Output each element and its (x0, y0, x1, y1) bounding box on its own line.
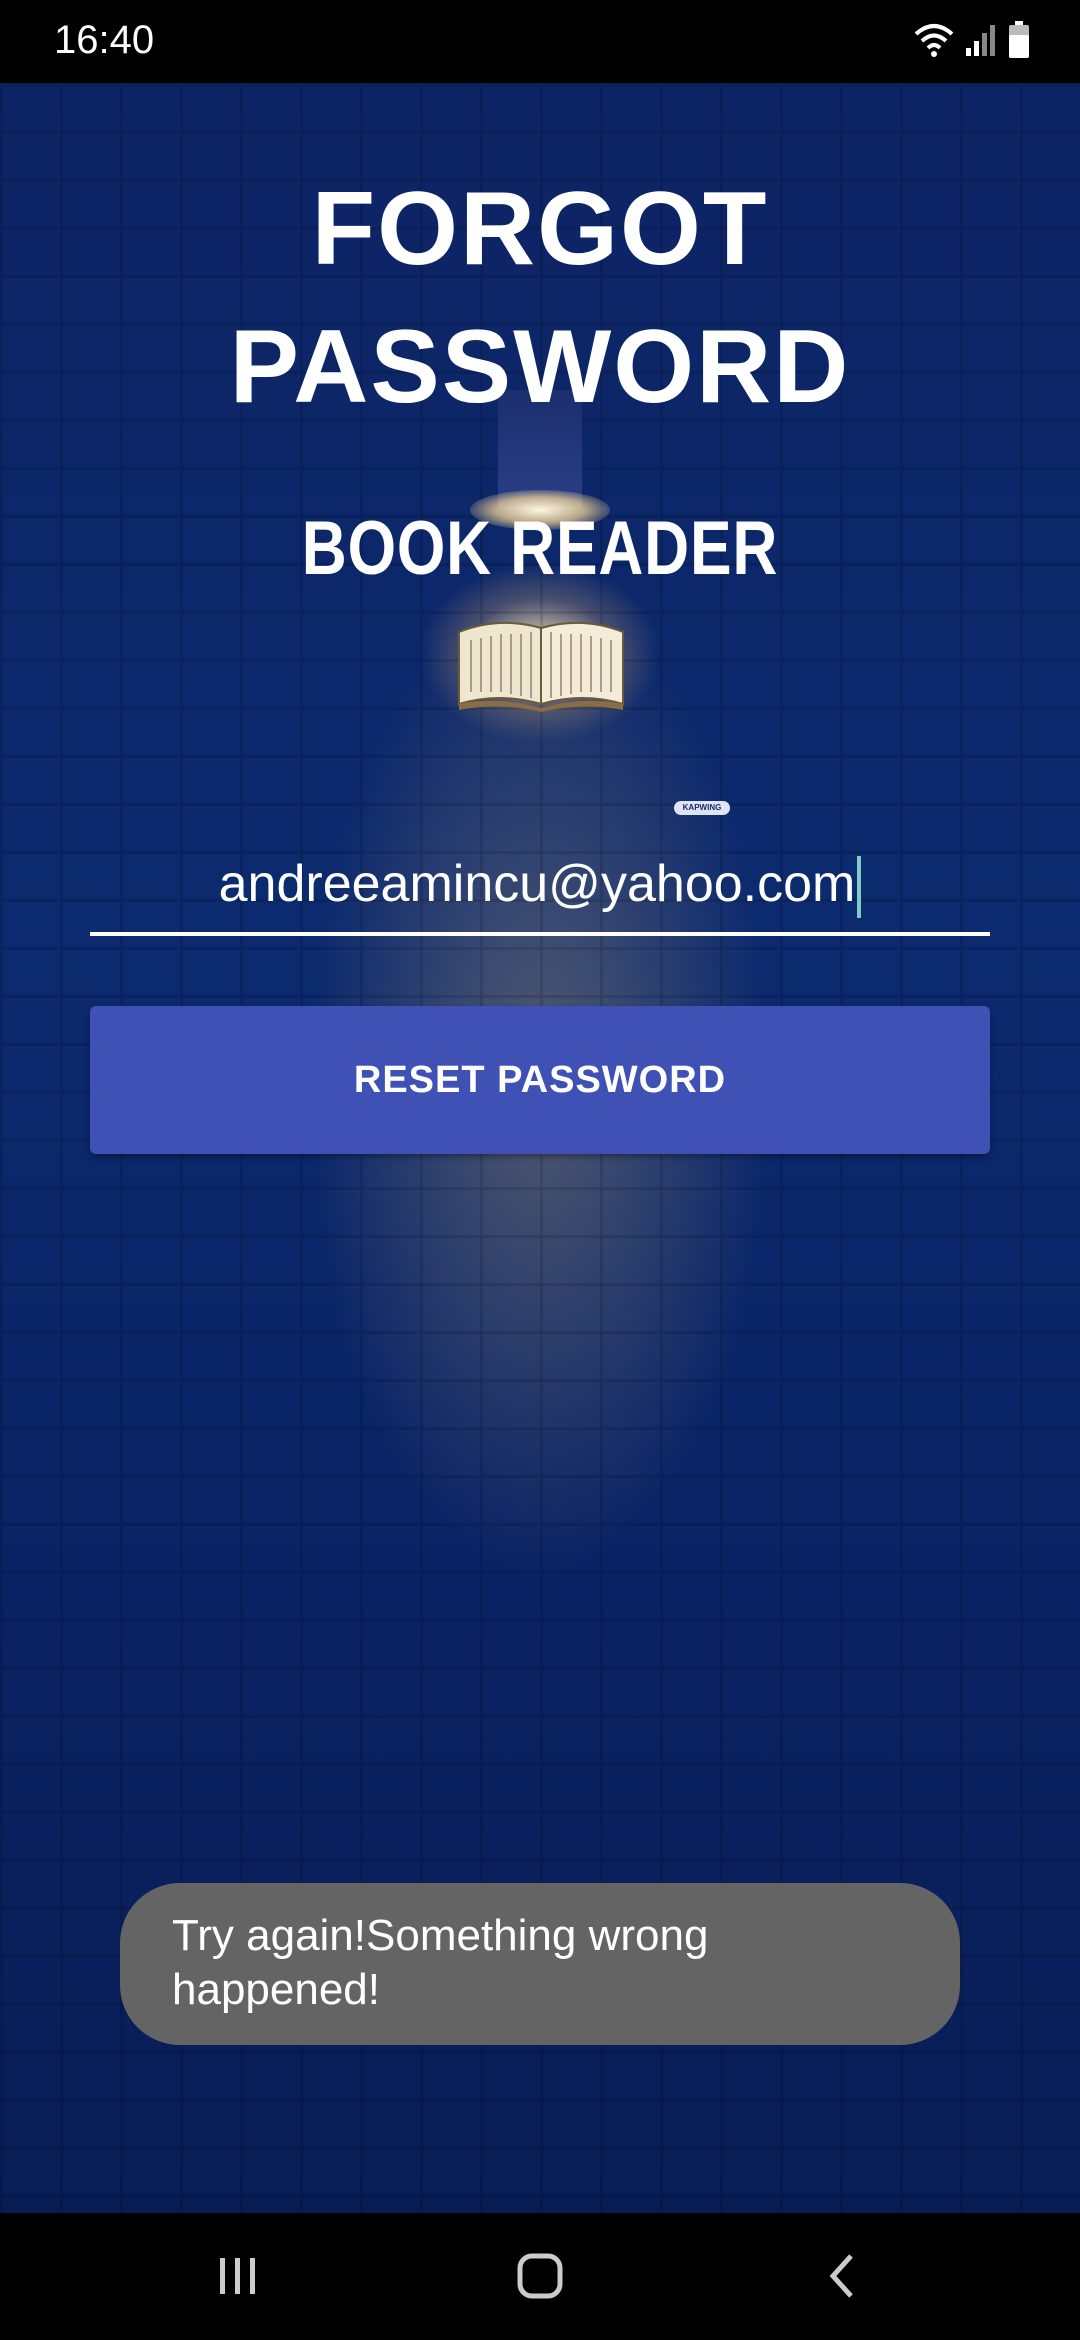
app-name: BOOK READER (301, 506, 779, 591)
email-field[interactable]: andreeamincu@yahoo.com (90, 840, 990, 936)
status-icons (914, 20, 1030, 64)
page-title-line2: PASSWORD (229, 309, 851, 425)
text-cursor (857, 856, 862, 919)
signal-icon (964, 22, 998, 63)
page-title: FORGOT PASSWORD (0, 160, 1080, 436)
email-input[interactable]: andreeamincu@yahoo.com (90, 854, 990, 919)
kapwing-watermark: KAPWING (674, 801, 730, 815)
wifi-icon (914, 22, 954, 63)
status-bar: 16:40 (0, 0, 1080, 83)
page-title-line1: FORGOT (311, 171, 769, 287)
back-icon[interactable] (808, 2241, 878, 2311)
toast-message: Try again!Something wrong happened! (120, 1883, 960, 2045)
status-time: 16:40 (54, 18, 155, 62)
recent-apps-icon[interactable] (203, 2241, 273, 2311)
open-book-icon (458, 621, 624, 712)
screen: 16:40 FORGOT PASSWORD BOOK READER KAPWIN… (0, 0, 1080, 2340)
navigation-bar (0, 2213, 1080, 2340)
home-icon[interactable] (505, 2241, 575, 2311)
email-value: andreeamincu@yahoo.com (218, 855, 856, 913)
battery-icon (1008, 20, 1030, 64)
reset-password-button[interactable]: RESET PASSWORD (90, 1006, 990, 1154)
